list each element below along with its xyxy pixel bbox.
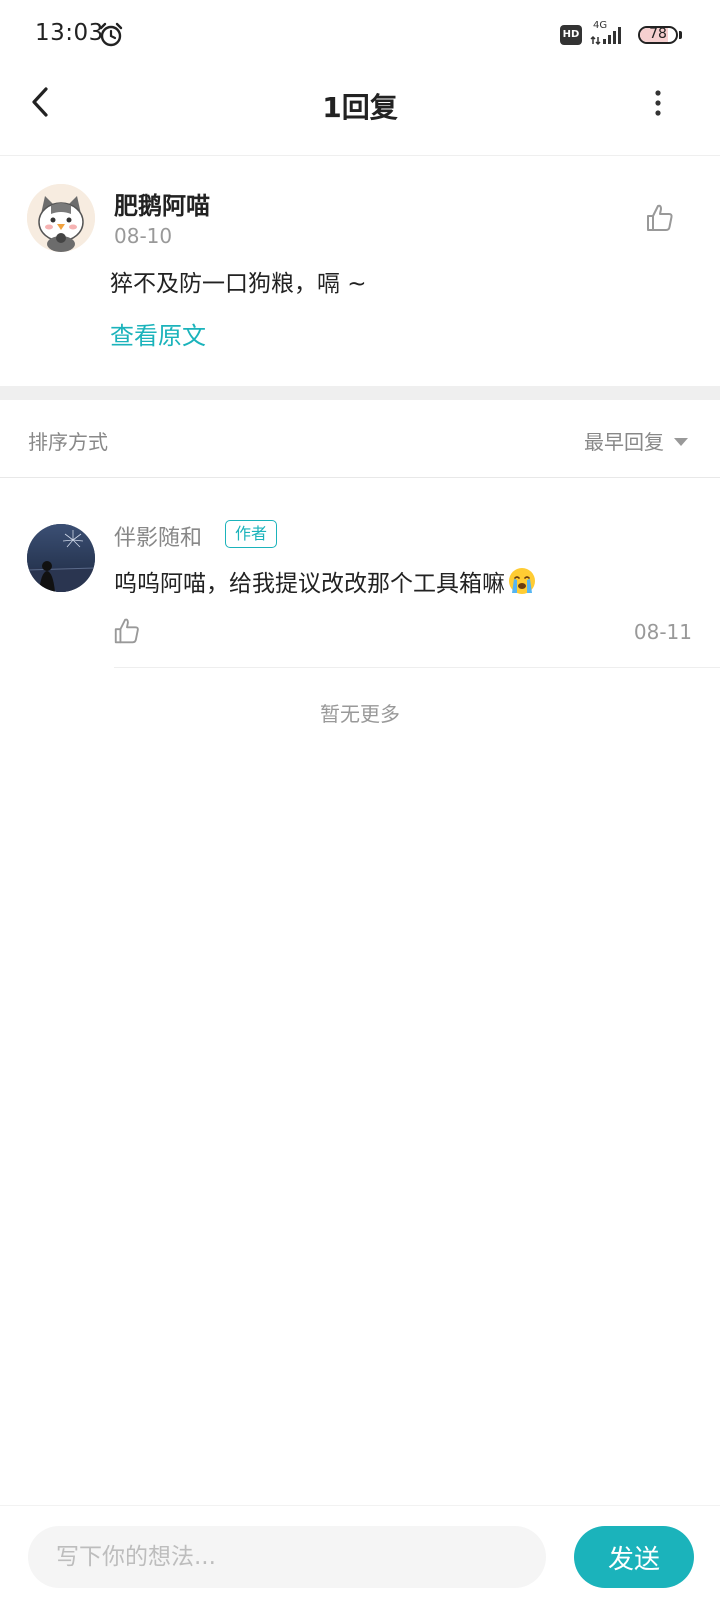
original-comment: 肥鹅阿喵 08-10 猝不及防一口狗粮，嗝 ~ 查看原文: [0, 156, 720, 386]
page-title: 1回复: [322, 91, 398, 124]
reply-author-name[interactable]: 伴影随和: [114, 520, 202, 552]
status-bar: 13:03 HD 4G 78: [0, 0, 720, 70]
avatar[interactable]: [27, 524, 95, 592]
cat-avatar-icon: [27, 184, 95, 252]
thumbs-up-icon[interactable]: [644, 202, 676, 234]
sort-dropdown[interactable]: 最早回复: [584, 426, 688, 455]
reply-divider: [114, 667, 720, 668]
battery-indicator: 78: [638, 26, 678, 44]
battery-level-text: 78: [649, 26, 667, 42]
send-button[interactable]: 发送: [574, 1526, 694, 1588]
battery-tip: [679, 31, 682, 39]
top-navigation-bar: 1回复: [0, 70, 720, 156]
reply-item: 伴影随和 作者 呜呜阿喵，给我提议改改那个工具箱嘛 08-11: [0, 478, 720, 668]
comment-text: 猝不及防一口狗粮，嗝 ~: [110, 271, 367, 297]
reply-text-row: 呜呜阿喵，给我提议改改那个工具箱嘛: [114, 564, 537, 598]
view-original-link[interactable]: 查看原文: [110, 316, 206, 351]
sort-label: 排序方式: [28, 430, 108, 454]
sort-selected-value: 最早回复: [584, 430, 664, 454]
chevron-down-icon: [674, 437, 688, 446]
alarm-clock-icon: [99, 22, 123, 47]
status-time: 13:03: [35, 20, 104, 46]
comment-composer: 发送: [0, 1505, 720, 1600]
thumbs-up-icon[interactable]: [112, 616, 142, 646]
more-options-icon[interactable]: [655, 88, 685, 118]
signal-strength-icon: [590, 27, 621, 46]
comment-input[interactable]: [28, 1526, 546, 1588]
comment-author-name[interactable]: 肥鹅阿喵: [114, 186, 210, 221]
author-badge: 作者: [225, 520, 278, 548]
reply-date: 08-11: [633, 620, 692, 644]
crying-emoji-icon: [509, 568, 535, 594]
comment-date: 08-10: [114, 224, 173, 248]
hd-badge: HD: [560, 25, 582, 45]
night-scene-avatar-icon: [27, 524, 95, 592]
section-divider: [0, 386, 720, 400]
no-more-text: 暂无更多: [320, 702, 400, 726]
reply-text: 呜呜阿喵，给我提议改改那个工具箱嘛: [114, 571, 505, 597]
sort-bar: 排序方式 最早回复: [0, 400, 720, 478]
avatar[interactable]: [27, 184, 95, 252]
